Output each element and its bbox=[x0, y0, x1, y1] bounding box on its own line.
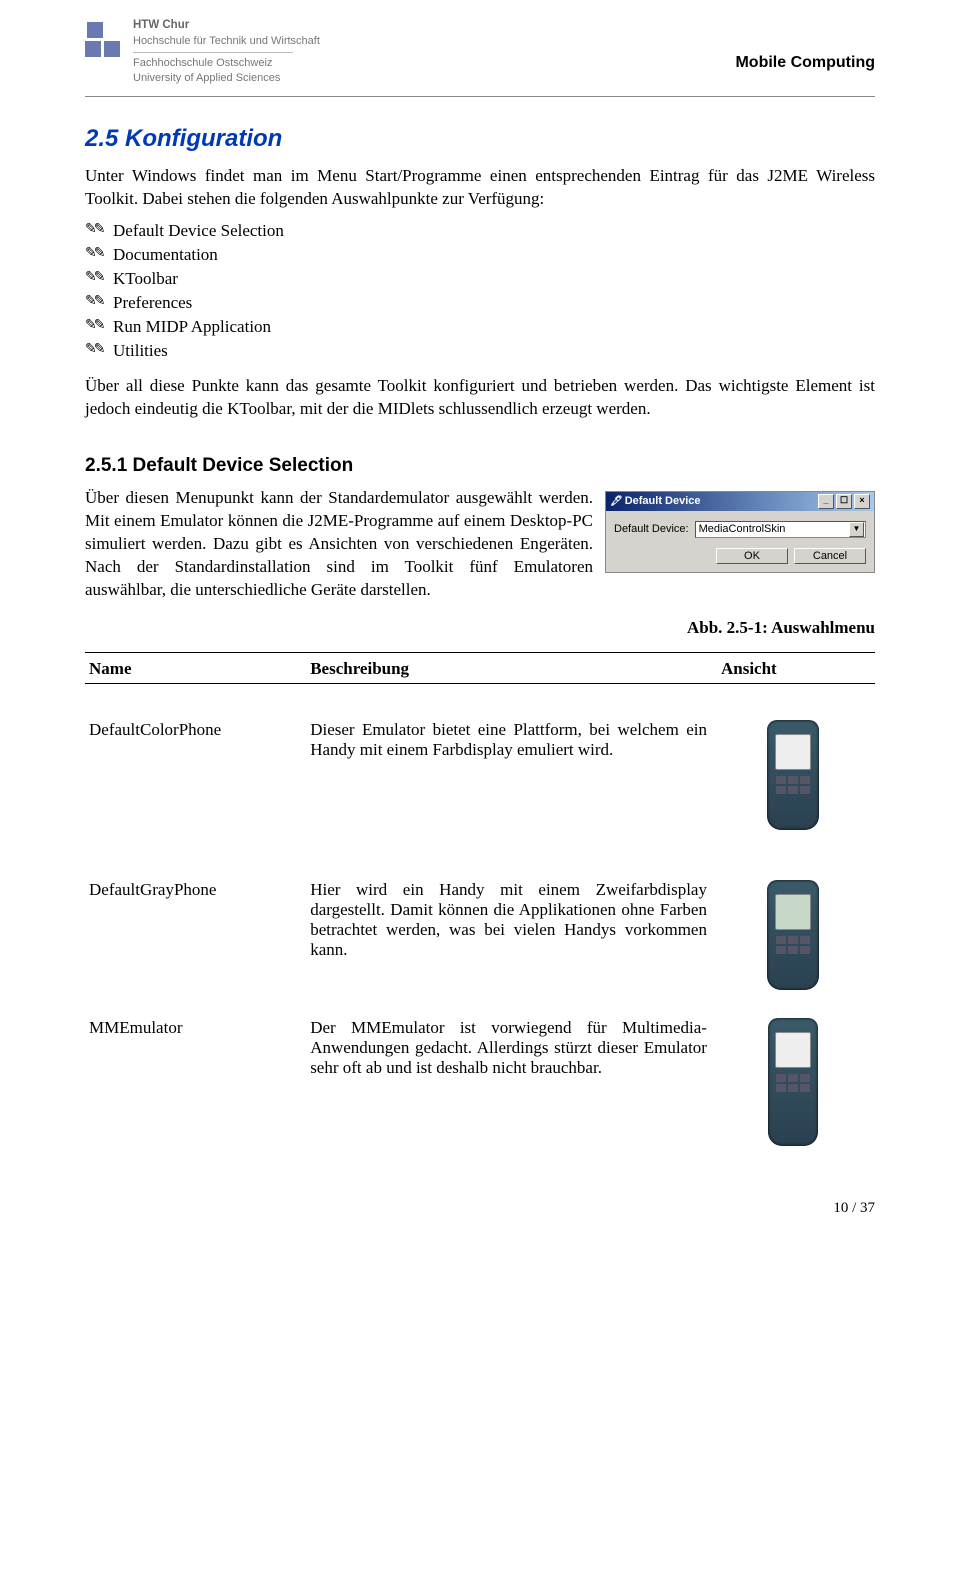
bullet-item: Documentation bbox=[113, 245, 875, 265]
row-name: DefaultGrayPhone bbox=[85, 866, 306, 1004]
th-view: Ansicht bbox=[717, 653, 875, 684]
chevron-down-icon[interactable]: ▼ bbox=[849, 522, 864, 537]
maximize-icon[interactable]: ☐ bbox=[836, 494, 852, 509]
th-name: Name bbox=[85, 653, 306, 684]
page-header: HTW Chur Hochschule für Technik und Wirt… bbox=[85, 0, 875, 97]
table-row: DefaultColorPhone Dieser Emulator bietet… bbox=[85, 706, 875, 844]
bullet-list: Default Device Selection Documentation K… bbox=[85, 221, 875, 361]
row-view bbox=[717, 866, 875, 1004]
row-view bbox=[717, 706, 875, 844]
university-text: HTW Chur Hochschule für Technik und Wirt… bbox=[133, 18, 320, 86]
uni-line-3: University of Applied Sciences bbox=[133, 71, 320, 86]
row-desc: Der MMEmulator ist vorwiegend für Multim… bbox=[306, 1004, 717, 1160]
bullet-item: Utilities bbox=[113, 341, 875, 361]
figure-caption: Abb. 2.5-1: Auswahlmenu bbox=[85, 617, 875, 640]
dialog-label: Default Device: bbox=[614, 523, 689, 535]
bullet-item: KToolbar bbox=[113, 269, 875, 289]
figure-default-device-dialog: Default Device _ ☐ × Default Device: Med… bbox=[605, 491, 875, 573]
row-name: DefaultColorPhone bbox=[85, 706, 306, 844]
row-desc: Dieser Emulator bietet eine Plattform, b… bbox=[306, 706, 717, 844]
phone-image-gray bbox=[767, 880, 819, 990]
row-desc: Hier wird ein Handy mit einem Zweifarbdi… bbox=[306, 866, 717, 1004]
phone-image-mm bbox=[768, 1018, 818, 1146]
section-intro: Unter Windows findet man im Menu Start/P… bbox=[85, 165, 875, 211]
row-name: MMEmulator bbox=[85, 1004, 306, 1160]
emulator-table: Name Beschreibung Ansicht DefaultColorPh… bbox=[85, 652, 875, 1160]
section-outro: Über all diese Punkte kann das gesamte T… bbox=[85, 375, 875, 421]
page-number: 10 / 37 bbox=[85, 1200, 875, 1217]
uni-line-2: Fachhochschule Ostschweiz bbox=[133, 56, 320, 71]
logo bbox=[85, 22, 121, 57]
row-view bbox=[717, 1004, 875, 1160]
section-heading: 2.5 Konfiguration bbox=[85, 125, 875, 153]
device-select[interactable]: MediaControlSkin ▼ bbox=[695, 521, 866, 538]
table-row: DefaultGrayPhone Hier wird ein Handy mit… bbox=[85, 866, 875, 1004]
dialog-title-text: Default Device bbox=[625, 495, 701, 507]
dialog-box: Default Device _ ☐ × Default Device: Med… bbox=[605, 491, 875, 573]
ok-button[interactable]: OK bbox=[716, 548, 788, 564]
phone-image-color bbox=[767, 720, 819, 830]
device-select-value: MediaControlSkin bbox=[699, 523, 786, 535]
java-icon bbox=[610, 495, 625, 507]
course-title: Mobile Computing bbox=[735, 18, 875, 72]
uni-name: HTW Chur bbox=[133, 18, 320, 34]
cancel-button[interactable]: Cancel bbox=[794, 548, 866, 564]
close-icon[interactable]: × bbox=[854, 494, 870, 509]
minimize-icon[interactable]: _ bbox=[818, 494, 834, 509]
bullet-item: Preferences bbox=[113, 293, 875, 313]
uni-subtitle: Hochschule für Technik und Wirtschaft bbox=[133, 34, 320, 49]
bullet-item: Run MIDP Application bbox=[113, 317, 875, 337]
table-row: MMEmulator Der MMEmulator ist vorwiegend… bbox=[85, 1004, 875, 1160]
dialog-titlebar: Default Device _ ☐ × bbox=[606, 492, 874, 511]
subsection-heading: 2.5.1 Default Device Selection bbox=[85, 455, 875, 477]
bullet-item: Default Device Selection bbox=[113, 221, 875, 241]
th-desc: Beschreibung bbox=[306, 653, 717, 684]
